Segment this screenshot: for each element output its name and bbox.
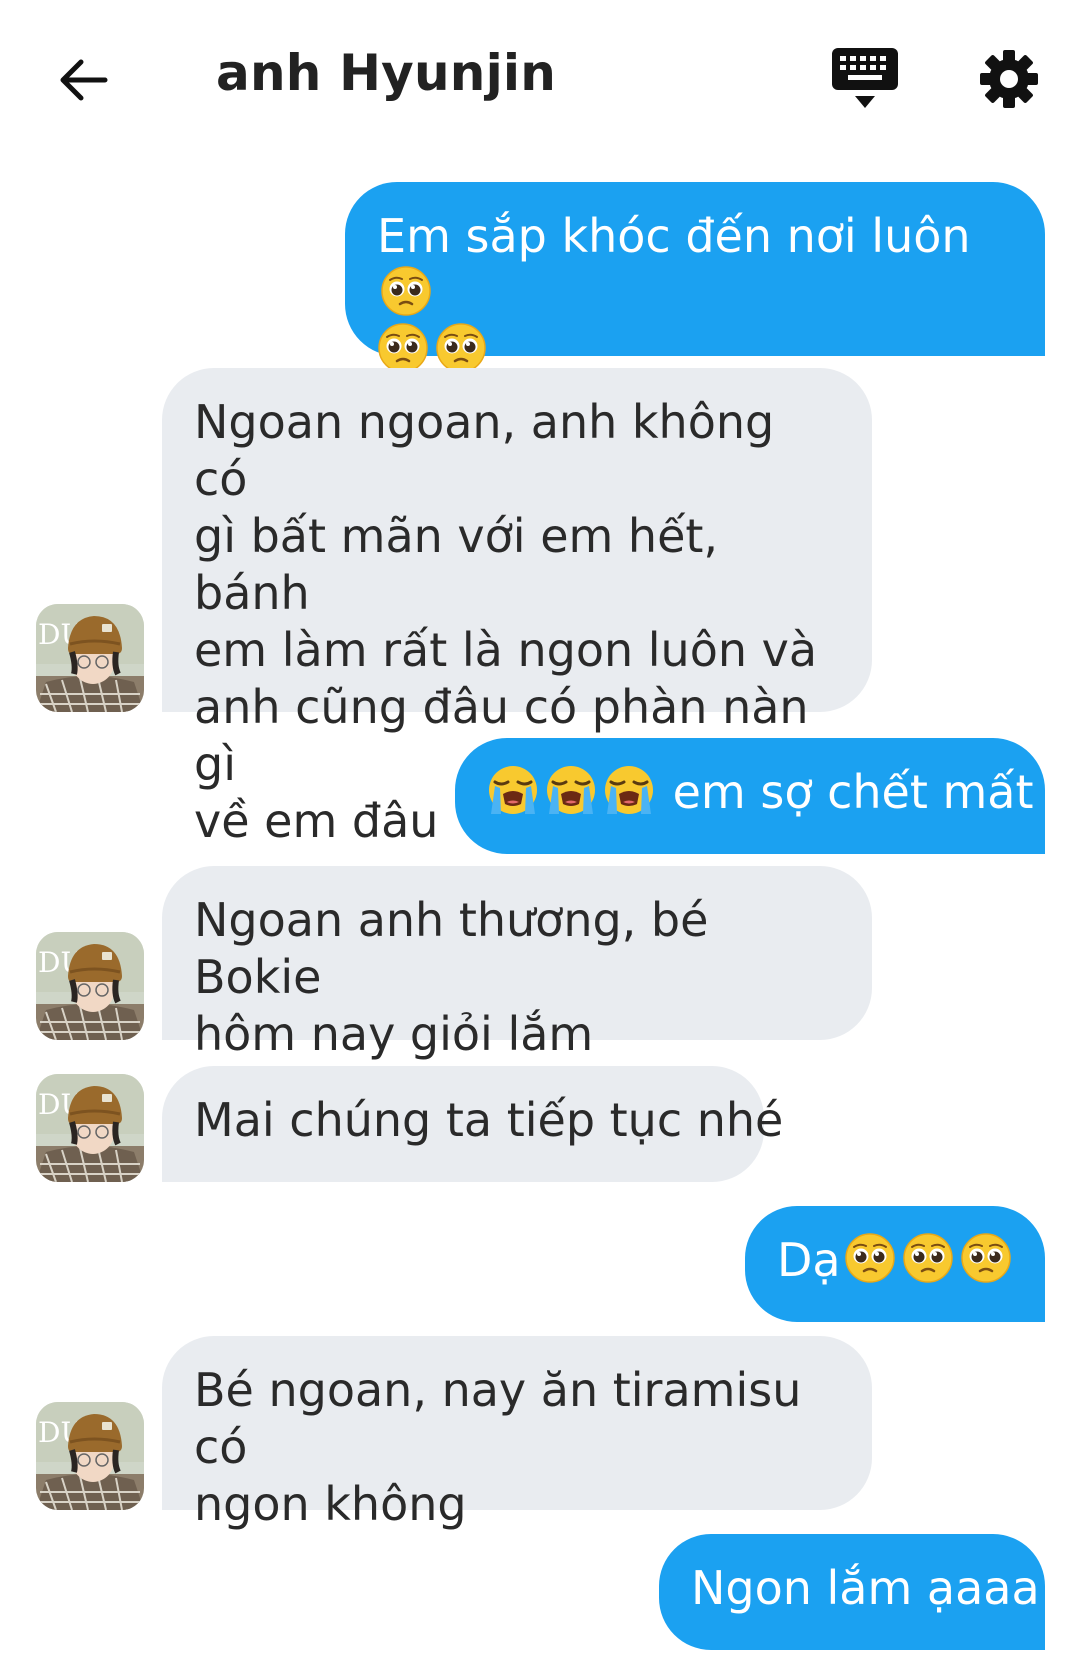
message-line-2: ngon không: [194, 1477, 467, 1531]
gear-icon: [980, 50, 1038, 108]
message-incoming[interactable]: Ngoan ngoan, anh không có gì bất mãn với…: [162, 368, 872, 848]
avatar-photo: [36, 1074, 144, 1182]
message-incoming[interactable]: Bé ngoan, nay ăn tiramisu có ngon không: [162, 1336, 872, 1531]
keyboard-button[interactable]: [830, 48, 900, 112]
message-line-1: Ngon lắm ạaaa: [691, 1561, 1040, 1615]
message-line-2: gì bất mãn với em hết, bánh: [194, 509, 719, 620]
message-line-1: Bé ngoan, nay ăn tiramisu có: [194, 1363, 802, 1474]
pleading-face-emoji-icon: [902, 1232, 954, 1284]
pleading-face-emoji-icon: [844, 1232, 896, 1284]
pleading-face-emoji-icon: [377, 322, 429, 374]
message-line-1: Mai chúng ta tiếp tục nhé: [194, 1093, 784, 1147]
settings-button[interactable]: [978, 48, 1040, 110]
message-line-2: hôm nay giỏi lắm: [194, 1007, 594, 1061]
message-text: em sợ chết mất: [672, 765, 1034, 819]
pleading-face-emoji-icon: [380, 265, 432, 317]
message-line-1: Ngoan ngoan, anh không có: [194, 395, 775, 506]
avatar[interactable]: [36, 1402, 144, 1510]
arrow-left-icon: [60, 59, 108, 101]
message-outgoing[interactable]: Em sắp khóc đến nơi luôn: [345, 182, 1045, 356]
message-outgoing[interactable]: Dạ: [745, 1206, 1045, 1322]
message-line-1: Ngoan anh thương, bé Bokie: [194, 893, 709, 1004]
message-text: Dạ: [777, 1233, 841, 1287]
message-text: Em sắp khóc đến nơi luôn: [377, 209, 971, 263]
crying-face-emoji-icon: [487, 764, 539, 816]
keyboard-icon: [832, 48, 898, 108]
message-line-1: Dạ: [777, 1232, 1013, 1289]
avatar-photo: [36, 1402, 144, 1510]
crying-face-emoji-icon: [545, 764, 597, 816]
crying-face-emoji-icon: [603, 764, 655, 816]
back-button[interactable]: [56, 52, 112, 108]
avatar-photo: [36, 604, 144, 712]
avatar[interactable]: [36, 604, 144, 712]
message-outgoing[interactable]: Ngon lắm ạaaa: [659, 1534, 1045, 1650]
pleading-face-emoji-icon: [435, 322, 487, 374]
chat-header: anh Hyunjin: [0, 0, 1079, 160]
avatar[interactable]: [36, 1074, 144, 1182]
message-line-1: Em sắp khóc đến nơi luôn: [377, 208, 1013, 322]
message-incoming[interactable]: Mai chúng ta tiếp tục nhé: [162, 1066, 784, 1182]
message-incoming[interactable]: Ngoan anh thương, bé Bokie hôm nay giỏi …: [162, 866, 872, 1061]
message-line-3: em làm rất là ngon luôn và: [194, 623, 818, 677]
pleading-face-emoji-icon: [960, 1232, 1012, 1284]
avatar[interactable]: [36, 932, 144, 1040]
avatar-photo: [36, 932, 144, 1040]
message-outgoing[interactable]: em sợ chết mất: [455, 738, 1045, 854]
chat-title: anh Hyunjin: [216, 44, 557, 102]
message-line-1: em sợ chết mất: [487, 764, 1034, 821]
